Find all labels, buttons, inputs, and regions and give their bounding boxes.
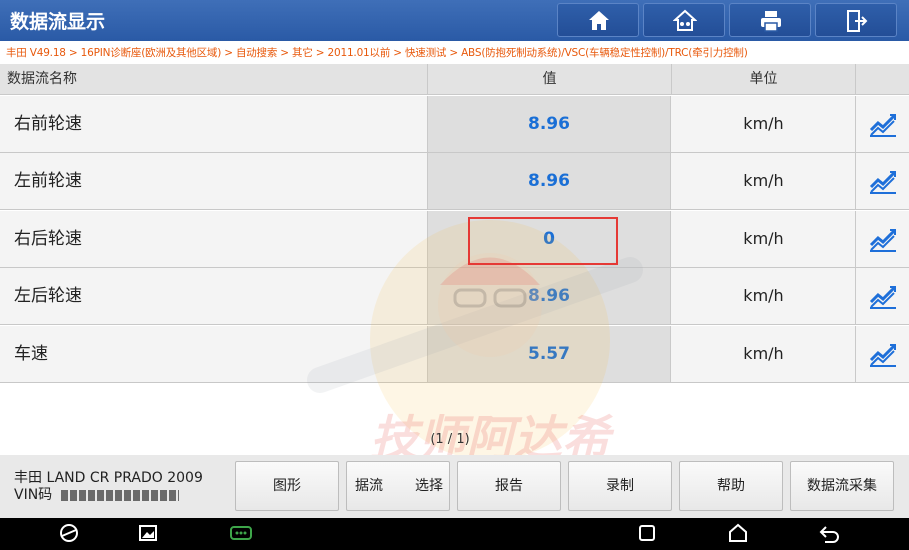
column-header-unit: 单位 <box>671 64 855 95</box>
vin-label: VIN码 <box>14 487 53 503</box>
select-data-stream-button[interactable]: 据流 选择 <box>346 461 450 511</box>
title-bar: 数据流显示 <box>0 0 909 41</box>
row-graph-toggle[interactable] <box>855 96 909 152</box>
recent-apps-icon[interactable] <box>636 522 658 544</box>
column-header-value: 值 <box>427 64 671 95</box>
home-button[interactable] <box>557 3 639 37</box>
trend-chart-icon <box>869 114 896 137</box>
row-value: 8.96 <box>427 96 671 152</box>
vehicle-home-icon <box>673 9 697 31</box>
row-graph-toggle[interactable] <box>855 153 909 209</box>
record-button[interactable]: 录制 <box>568 461 672 511</box>
column-header-graph <box>855 64 909 95</box>
bottom-bar: 丰田 LAND CR PRADO 2009 VIN码 图形 据流 选择 报告 录… <box>0 455 909 518</box>
row-graph-toggle[interactable] <box>855 326 909 382</box>
highlight-box <box>468 217 618 265</box>
row-graph-toggle[interactable] <box>855 211 909 267</box>
select-button-right-label: 选择 <box>415 478 443 494</box>
vin-masked-value <box>60 489 179 501</box>
row-name: 左前轮速 <box>14 171 82 191</box>
row-value: 8.96 <box>427 153 671 209</box>
breadcrumb: 丰田 V49.18 > 16PIN诊断座(欧洲及其他区域) > 自动搜索 > 其… <box>0 43 909 63</box>
row-unit: km/h <box>743 171 784 190</box>
help-button[interactable]: 帮助 <box>679 461 783 511</box>
system-nav-bar <box>0 518 909 550</box>
print-icon <box>761 11 781 32</box>
home-icon <box>589 11 609 30</box>
browser-icon[interactable] <box>58 522 80 544</box>
row-value: 8.96 <box>427 268 671 324</box>
vehicle-model: 丰田 LAND CR PRADO 2009 <box>14 470 203 486</box>
column-header-name: 数据流名称 <box>0 64 427 95</box>
row-unit: km/h <box>743 286 784 305</box>
row-unit: km/h <box>743 229 784 248</box>
trend-chart-icon <box>869 286 896 309</box>
page-title: 数据流显示 <box>10 11 106 33</box>
graph-button[interactable]: 图形 <box>235 461 339 511</box>
row-unit: km/h <box>743 114 784 133</box>
gallery-icon[interactable] <box>137 522 159 544</box>
trend-chart-icon <box>869 171 896 194</box>
table-row[interactable]: 右前轮速 8.96 km/h <box>0 96 909 153</box>
trend-chart-icon <box>869 344 896 367</box>
vehicle-home-button[interactable] <box>643 3 725 37</box>
table-row[interactable]: 右后轮速 0 km/h <box>0 211 909 268</box>
row-name: 车速 <box>14 344 48 364</box>
vci-connector-icon[interactable] <box>228 522 254 544</box>
page-indicator: (1 / 1) <box>430 432 470 447</box>
row-name: 右前轮速 <box>14 114 82 134</box>
table-row[interactable]: 左后轮速 8.96 km/h <box>0 268 909 325</box>
nav-home-icon[interactable] <box>727 522 749 544</box>
exit-icon <box>847 10 868 32</box>
row-unit: km/h <box>743 344 784 363</box>
back-icon[interactable] <box>818 522 842 544</box>
table-row[interactable]: 左前轮速 8.96 km/h <box>0 153 909 210</box>
row-name: 左后轮速 <box>14 286 82 306</box>
vehicle-info: 丰田 LAND CR PRADO 2009 VIN码 <box>14 470 203 504</box>
exit-button[interactable] <box>815 3 897 37</box>
select-button-left-label: 据流 <box>355 478 383 494</box>
row-value: 5.57 <box>427 326 671 382</box>
table-row[interactable]: 车速 5.57 km/h <box>0 326 909 383</box>
row-graph-toggle[interactable] <box>855 268 909 324</box>
vin-row: VIN码 <box>14 487 203 504</box>
data-collect-button[interactable]: 数据流采集 <box>790 461 894 511</box>
trend-chart-icon <box>869 229 896 252</box>
print-button[interactable] <box>729 3 811 37</box>
report-button[interactable]: 报告 <box>457 461 561 511</box>
row-name: 右后轮速 <box>14 229 82 249</box>
